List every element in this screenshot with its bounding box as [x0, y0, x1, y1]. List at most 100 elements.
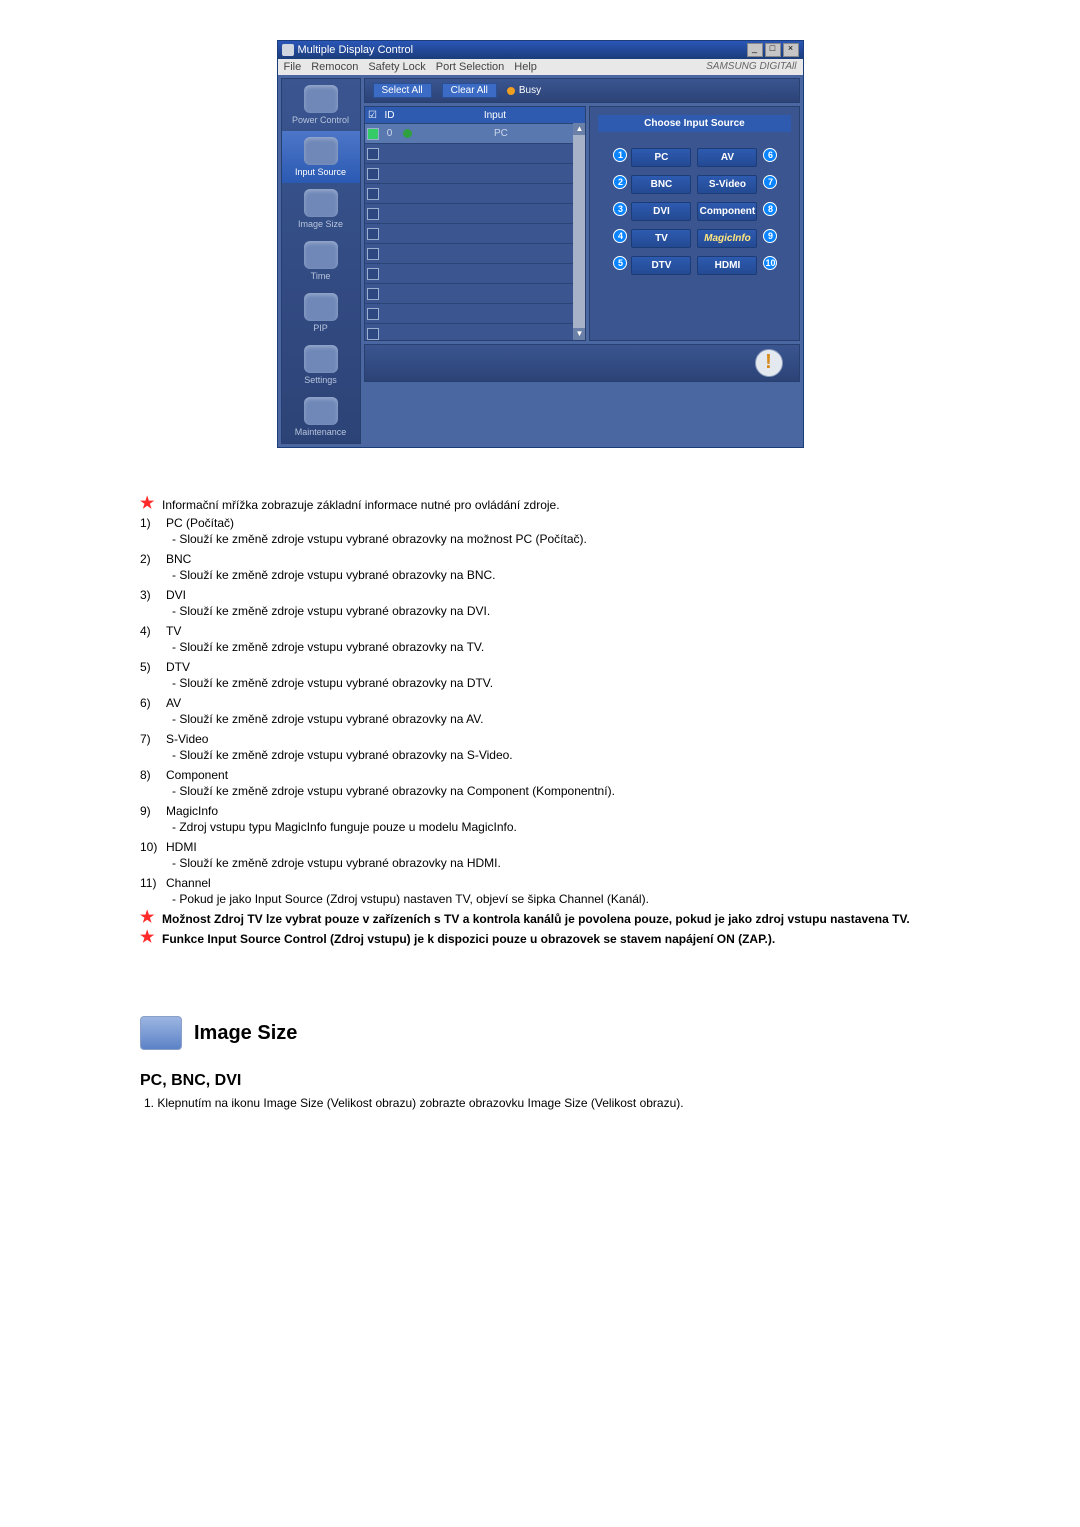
scroll-down-icon[interactable]: ▼	[573, 328, 585, 340]
list-desc: - Slouží ke změně zdroje vstupu vybrané …	[172, 532, 940, 546]
row-checkbox[interactable]	[367, 328, 379, 340]
sidebar-item-maintenance[interactable]: Maintenance	[282, 391, 360, 443]
list-number: 7)	[140, 732, 158, 746]
sidebar-item-input-source[interactable]: Input Source	[282, 131, 360, 183]
list-desc: - Slouží ke změně zdroje vstupu vybrané …	[172, 640, 940, 654]
scroll-up-icon[interactable]: ▲	[573, 123, 585, 135]
sidebar-item-label: Power Control	[292, 115, 349, 125]
maintenance-icon	[304, 397, 338, 425]
source-dtv-button[interactable]: DTV	[631, 256, 691, 275]
source-component-button[interactable]: Component	[697, 202, 757, 221]
sidebar-item-image-size[interactable]: Image Size	[282, 183, 360, 235]
maximize-button[interactable]: □	[765, 43, 781, 57]
menu-file[interactable]: File	[284, 61, 302, 73]
row-checkbox[interactable]	[367, 228, 379, 240]
pip-icon	[304, 293, 338, 321]
sidebar-item-label: PIP	[313, 323, 328, 333]
sidebar-item-label: Input Source	[295, 167, 346, 177]
sidebar-item-label: Image Size	[298, 219, 343, 229]
table-row[interactable]	[365, 223, 586, 243]
table-row[interactable]	[365, 323, 586, 340]
brand-label: SAMSUNG DIGITAll	[706, 61, 796, 73]
menu-safety[interactable]: Safety Lock	[368, 61, 425, 73]
sub-paragraph: 1. Klepnutím na ikonu Image Size (Veliko…	[144, 1096, 940, 1110]
note-text: Funkce Input Source Control (Zdroj vstup…	[162, 932, 940, 946]
input-source-icon	[304, 137, 338, 165]
status-bar: !	[364, 344, 800, 382]
row-checkbox[interactable]	[367, 148, 379, 160]
grid-head-input: Input	[417, 110, 574, 121]
row-checkbox[interactable]	[367, 308, 379, 320]
title-bar: Multiple Display Control _ □ ×	[278, 41, 803, 59]
callout-badge: 7	[763, 175, 777, 189]
list-number: 2)	[140, 552, 158, 566]
intro-text: Informační mřížka zobrazuje základní inf…	[162, 498, 560, 512]
table-row[interactable]	[365, 243, 586, 263]
source-av-button[interactable]: AV	[697, 148, 757, 167]
table-row[interactable]	[365, 183, 586, 203]
list-number: 3)	[140, 588, 158, 602]
list-desc: - Slouží ke změně zdroje vstupu vybrané …	[172, 568, 940, 582]
list-desc: - Pokud je jako Input Source (Zdroj vstu…	[172, 892, 940, 906]
row-checkbox[interactable]	[367, 128, 379, 140]
source-magicinfo-button[interactable]: MagicInfo	[697, 229, 757, 248]
select-all-button[interactable]: Select All	[373, 83, 432, 98]
busy-indicator: Busy	[507, 85, 541, 96]
list-title: BNC	[166, 552, 191, 566]
sidebar-item-label: Settings	[304, 375, 337, 385]
source-dvi-button[interactable]: DVI	[631, 202, 691, 221]
table-row[interactable]	[365, 283, 586, 303]
source-svideo-button[interactable]: S-Video	[697, 175, 757, 194]
menu-port[interactable]: Port Selection	[436, 61, 504, 73]
power-icon	[304, 85, 338, 113]
menu-help[interactable]: Help	[514, 61, 537, 73]
clear-all-button[interactable]: Clear All	[442, 83, 497, 98]
sidebar-item-time[interactable]: Time	[282, 235, 360, 287]
grid-head-checkbox[interactable]: ☑	[365, 110, 381, 121]
sidebar-item-label: Maintenance	[295, 427, 347, 437]
window-title: Multiple Display Control	[298, 44, 745, 56]
list-number: 5)	[140, 660, 158, 674]
busy-dot-icon	[507, 87, 515, 95]
table-row[interactable]: 0 PC	[365, 123, 586, 143]
star-icon: ★	[140, 912, 152, 926]
callout-badge: 1	[613, 148, 627, 162]
list-number: 11)	[140, 876, 158, 890]
sidebar: Power Control Input Source Image Size Ti…	[281, 78, 361, 444]
row-id: 0	[381, 128, 399, 139]
menu-bar: File Remocon Safety Lock Port Selection …	[278, 59, 803, 75]
row-checkbox[interactable]	[367, 188, 379, 200]
callout-badge: 8	[763, 202, 777, 216]
row-checkbox[interactable]	[367, 168, 379, 180]
row-checkbox[interactable]	[367, 288, 379, 300]
list-title: DTV	[166, 660, 190, 674]
menu-remocon[interactable]: Remocon	[311, 61, 358, 73]
sidebar-item-settings[interactable]: Settings	[282, 339, 360, 391]
row-checkbox[interactable]	[367, 208, 379, 220]
close-button[interactable]: ×	[783, 43, 799, 57]
row-checkbox[interactable]	[367, 268, 379, 280]
list-title: HDMI	[166, 840, 197, 854]
table-row[interactable]	[365, 203, 586, 223]
list-title: Channel	[166, 876, 211, 890]
document-body: ★ Informační mřížka zobrazuje základní i…	[140, 498, 940, 1110]
scrollbar[interactable]: ▲ ▼	[573, 123, 585, 340]
sidebar-item-pip[interactable]: PIP	[282, 287, 360, 339]
list-title: TV	[166, 624, 181, 638]
list-title: Component	[166, 768, 228, 782]
table-row[interactable]	[365, 163, 586, 183]
app-window: Multiple Display Control _ □ × File Remo…	[277, 40, 804, 448]
grid-head-id: ID	[381, 110, 399, 121]
sidebar-item-power[interactable]: Power Control	[282, 79, 360, 131]
row-checkbox[interactable]	[367, 248, 379, 260]
table-row[interactable]	[365, 143, 586, 163]
status-led-icon	[403, 129, 412, 138]
source-bnc-button[interactable]: BNC	[631, 175, 691, 194]
source-hdmi-button[interactable]: HDMI	[697, 256, 757, 275]
source-pc-button[interactable]: PC	[631, 148, 691, 167]
source-tv-button[interactable]: TV	[631, 229, 691, 248]
minimize-button[interactable]: _	[747, 43, 763, 57]
table-row[interactable]	[365, 263, 586, 283]
list-number: 8)	[140, 768, 158, 782]
table-row[interactable]	[365, 303, 586, 323]
